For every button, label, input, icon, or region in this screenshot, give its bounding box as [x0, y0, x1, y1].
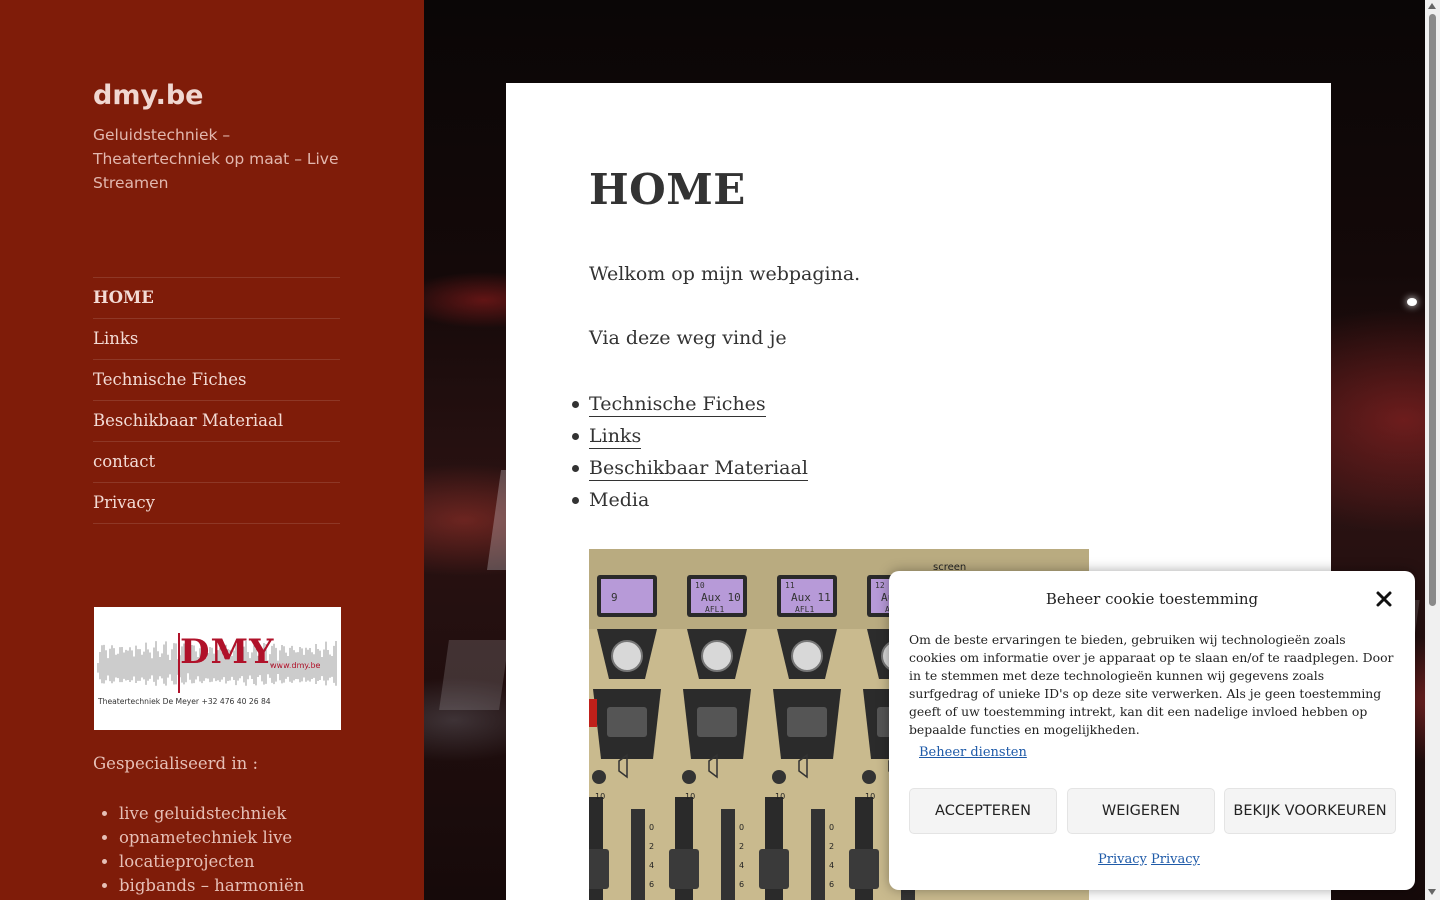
privacy-link[interactable]: Privacy	[1098, 852, 1147, 867]
cookie-dialog-text: Om de beste ervaringen te bieden, gebrui…	[909, 632, 1394, 737]
logo-letters: DMY	[180, 632, 274, 672]
nav-item-home[interactable]: HOME	[93, 278, 340, 319]
list-item: live geluidstechniek	[119, 802, 304, 826]
svg-text:4: 4	[649, 861, 654, 870]
svg-text:AFL1: AFL1	[795, 605, 814, 614]
svg-text:2: 2	[829, 842, 834, 851]
list-item: Technische Fiches	[572, 388, 808, 420]
svg-text:Aux 11: Aux 11	[791, 591, 831, 604]
svg-text:4: 4	[829, 861, 834, 870]
page-title: HOME	[589, 165, 746, 214]
page-scrollbar[interactable]	[1425, 0, 1440, 900]
svg-text:AFL1: AFL1	[705, 605, 724, 614]
logo-url: www.dmy.be	[270, 661, 321, 670]
svg-text:10: 10	[775, 792, 785, 801]
nav-item-technische-fiches[interactable]: Technische Fiches	[93, 360, 340, 401]
svg-text:0: 0	[649, 823, 654, 832]
scroll-down-arrow-icon[interactable]	[1428, 889, 1436, 895]
svg-text:6: 6	[829, 880, 834, 889]
svg-text:10: 10	[865, 792, 875, 801]
list-item: Links	[572, 420, 808, 452]
list-item: opnametechniek live	[119, 826, 304, 850]
manage-services-link[interactable]: Beheer diensten	[919, 745, 1027, 760]
page-links-list: Technische Fiches Links Beschikbaar Mate…	[572, 388, 808, 516]
svg-text:6: 6	[649, 880, 654, 889]
cookie-dialog-title: Beheer cookie toestemming	[1045, 590, 1259, 608]
svg-text:0: 0	[739, 823, 744, 832]
accept-button[interactable]: ACCEPTEREN	[909, 788, 1057, 834]
close-icon[interactable]	[1373, 588, 1395, 610]
sidebar: dmy.be Geluidstechniek – Theatertechniek…	[0, 0, 424, 900]
svg-text:Aux 10: Aux 10	[701, 591, 741, 604]
scrollbar-thumb[interactable]	[1429, 14, 1436, 606]
svg-text:12: 12	[875, 581, 885, 590]
svg-text:10: 10	[695, 581, 705, 590]
nav-item-contact[interactable]: contact	[93, 442, 340, 483]
privacy-link[interactable]: Privacy	[1151, 852, 1200, 867]
site-title[interactable]: dmy.be	[93, 80, 203, 111]
nav-item-privacy[interactable]: Privacy	[93, 483, 340, 524]
svg-text:2: 2	[739, 842, 744, 851]
widget-title: Gespecialiseerd in :	[93, 754, 259, 773]
svg-text:9: 9	[611, 591, 618, 604]
lead-text: Via deze weg vind je	[589, 327, 787, 349]
intro-text: Welkom op mijn webpagina.	[589, 263, 861, 285]
link-beschikbaar-materiaal[interactable]: Beschikbaar Materiaal	[589, 457, 808, 481]
nav-item-links[interactable]: Links	[93, 319, 340, 360]
svg-text:11: 11	[785, 581, 795, 590]
svg-text:10: 10	[685, 792, 695, 801]
logo-tagline: Theatertechniek De Meyer +32 476 40 26 8…	[97, 697, 271, 706]
nav-item-beschikbaar-materiaal[interactable]: Beschikbaar Materiaal	[93, 401, 340, 442]
media-text: Media	[589, 489, 650, 511]
cookie-consent-dialog: Beheer cookie toestemming Om de beste er…	[889, 571, 1415, 890]
svg-text:2: 2	[649, 842, 654, 851]
list-item: locatieprojecten	[119, 850, 304, 874]
view-preferences-button[interactable]: BEKIJK VOORKEUREN	[1224, 788, 1396, 834]
svg-text:4: 4	[739, 861, 744, 870]
list-item: Media	[572, 484, 808, 516]
list-item: bigbands – harmoniën	[119, 874, 304, 898]
svg-text:10: 10	[595, 792, 605, 801]
site-description: Geluidstechniek – Theatertechniek op maa…	[93, 126, 339, 192]
svg-text:6: 6	[739, 880, 744, 889]
scroll-up-arrow-icon[interactable]	[1428, 3, 1436, 9]
main-navigation: HOME Links Technische Fiches Beschikbaar…	[93, 277, 340, 524]
svg-text:0: 0	[829, 823, 834, 832]
link-links[interactable]: Links	[589, 425, 642, 449]
dmy-logo: DMY www.dmy.be Theatertechniek De Meyer …	[94, 607, 341, 730]
list-item: Beschikbaar Materiaal	[572, 452, 808, 484]
link-technische-fiches[interactable]: Technische Fiches	[589, 393, 766, 417]
specialties-list: live geluidstechniek opnametechniek live…	[93, 802, 304, 898]
deny-button[interactable]: WEIGEREN	[1067, 788, 1215, 834]
